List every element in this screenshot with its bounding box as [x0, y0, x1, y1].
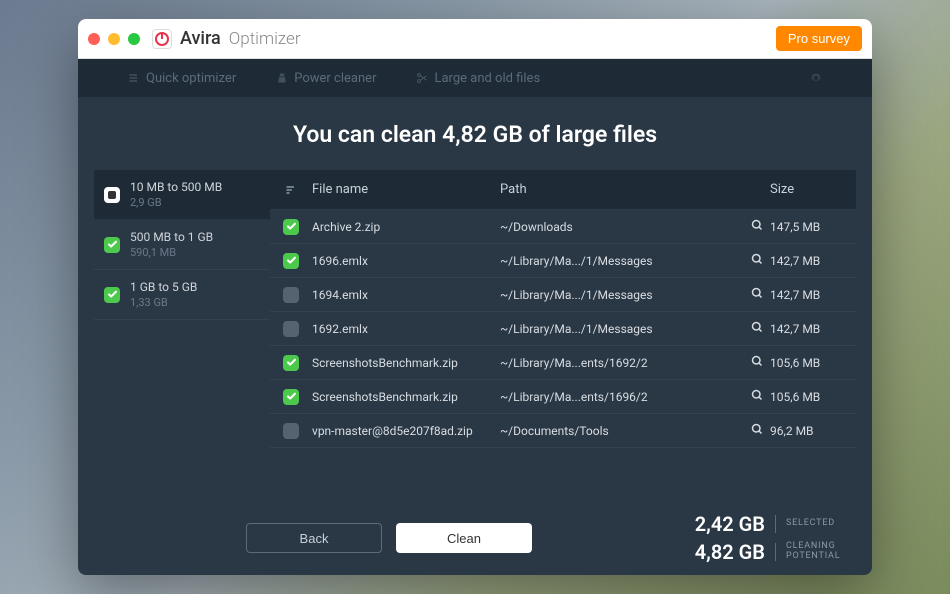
tab-settings[interactable] — [790, 59, 842, 97]
range-checkbox[interactable] — [104, 187, 120, 203]
file-name: ScreenshotsBenchmark.zip — [312, 356, 500, 370]
reveal-in-finder-icon[interactable] — [751, 321, 763, 336]
selected-size: 2,42 GB — [685, 512, 765, 536]
range-label: 1 GB to 5 GB — [130, 280, 197, 294]
brand-sub: Optimizer — [229, 29, 301, 49]
column-size[interactable]: Size — [770, 182, 856, 197]
table-body[interactable]: Archive 2.zip~/Downloads 147,5 MB 1696.eml… — [270, 210, 856, 501]
tab-quick-optimizer[interactable]: Quick optimizer — [108, 59, 256, 97]
reveal-in-finder-icon[interactable] — [751, 389, 763, 404]
file-checkbox[interactable] — [283, 253, 299, 269]
file-checkbox[interactable] — [283, 389, 299, 405]
range-size: 2,9 GB — [130, 196, 222, 209]
file-path: ~/Downloads — [500, 220, 744, 234]
range-checkbox[interactable] — [104, 287, 120, 303]
table-row[interactable]: 1696.emlx~/Library/Ma.../1/Messages 142,7… — [270, 244, 856, 278]
footer-stats: 2,42 GB SELECTED 4,82 GB CLEANING POTENT… — [685, 512, 844, 564]
tab-power-cleaner[interactable]: Power cleaner — [256, 59, 396, 97]
sidebar-range-item[interactable]: 10 MB to 500 MB 2,9 GB — [94, 170, 270, 220]
app-title: Avira Optimizer — [152, 28, 776, 49]
range-size: 1,33 GB — [130, 296, 197, 309]
file-size: 142,7 MB — [770, 322, 856, 336]
reveal-in-finder-icon[interactable] — [751, 287, 763, 302]
sort-button[interactable] — [270, 184, 312, 196]
minimize-button[interactable] — [108, 33, 120, 45]
file-size: 142,7 MB — [770, 254, 856, 268]
file-size: 147,5 MB — [770, 220, 856, 234]
file-checkbox[interactable] — [283, 219, 299, 235]
table-row[interactable]: 1694.emlx~/Library/Ma.../1/Messages 142,7… — [270, 278, 856, 312]
app-window: Avira Optimizer Pro survey Quick optimiz… — [78, 19, 872, 575]
list-icon — [128, 72, 140, 84]
tab-large-old-files[interactable]: Large and old files — [396, 59, 560, 97]
table-row[interactable]: vpn-master@8d5e207f8ad.zip~/Documents/To… — [270, 414, 856, 448]
reveal-in-finder-icon[interactable] — [751, 423, 763, 438]
column-name[interactable]: File name — [312, 182, 500, 197]
potential-label: CLEANING POTENTIAL — [786, 542, 844, 562]
potential-size: 4,82 GB — [685, 540, 765, 564]
file-checkbox[interactable] — [283, 321, 299, 337]
stat-potential: 4,82 GB CLEANING POTENTIAL — [685, 540, 844, 564]
brand-name: Avira — [180, 28, 221, 49]
table-header: File name Path Size — [270, 170, 856, 210]
file-path: ~/Library/Ma.../1/Messages — [500, 322, 744, 336]
tab-label: Large and old files — [434, 71, 540, 86]
stat-selected: 2,42 GB SELECTED — [685, 512, 844, 536]
avira-logo-icon — [152, 29, 172, 49]
file-path: ~/Library/Ma...ents/1692/2 — [500, 356, 744, 370]
brush-icon — [276, 72, 288, 84]
size-ranges-sidebar: 10 MB to 500 MB 2,9 GB 500 MB to 1 GB 590,1… — [94, 170, 270, 501]
sidebar-range-item[interactable]: 1 GB to 5 GB 1,33 GB — [94, 270, 270, 320]
range-checkbox[interactable] — [104, 237, 120, 253]
table-row[interactable]: ScreenshotsBenchmark.zip~/Library/Ma...e… — [270, 380, 856, 414]
file-checkbox[interactable] — [283, 355, 299, 371]
maximize-button[interactable] — [128, 33, 140, 45]
titlebar: Avira Optimizer Pro survey — [78, 19, 872, 59]
tabs: Quick optimizer Power cleaner Large and … — [78, 59, 872, 97]
footer: Back Clean 2,42 GB SELECTED 4,82 GB CLEA… — [78, 501, 872, 575]
file-checkbox[interactable] — [283, 423, 299, 439]
content: 10 MB to 500 MB 2,9 GB 500 MB to 1 GB 590,1… — [78, 170, 872, 501]
tab-label: Quick optimizer — [146, 71, 236, 86]
table-row[interactable]: Archive 2.zip~/Downloads 147,5 MB — [270, 210, 856, 244]
selected-label: SELECTED — [786, 519, 844, 529]
file-path: ~/Library/Ma.../1/Messages — [500, 288, 744, 302]
file-name: vpn-master@8d5e207f8ad.zip — [312, 424, 500, 438]
file-size: 105,6 MB — [770, 356, 856, 370]
file-name: 1692.emlx — [312, 322, 500, 336]
column-path[interactable]: Path — [500, 182, 744, 197]
sort-icon — [285, 184, 297, 196]
reveal-in-finder-icon[interactable] — [751, 355, 763, 370]
file-name: 1694.emlx — [312, 288, 500, 302]
range-label: 10 MB to 500 MB — [130, 180, 222, 194]
file-size: 96,2 MB — [770, 424, 856, 438]
file-path: ~/Library/Ma.../1/Messages — [500, 254, 744, 268]
file-size: 105,6 MB — [770, 390, 856, 404]
file-checkbox[interactable] — [283, 287, 299, 303]
file-name: Archive 2.zip — [312, 220, 500, 234]
file-name: ScreenshotsBenchmark.zip — [312, 390, 500, 404]
file-path: ~/Library/Ma...ents/1696/2 — [500, 390, 744, 404]
scissors-icon — [416, 72, 428, 84]
clean-button[interactable]: Clean — [396, 523, 532, 553]
headline: You can clean 4,82 GB of large files — [78, 97, 872, 170]
gear-icon — [810, 72, 822, 84]
window-controls — [88, 33, 140, 45]
file-table: File name Path Size Archive 2.zip~/Downl… — [270, 170, 856, 501]
back-button[interactable]: Back — [246, 523, 382, 553]
file-name: 1696.emlx — [312, 254, 500, 268]
close-button[interactable] — [88, 33, 100, 45]
sidebar-range-item[interactable]: 500 MB to 1 GB 590,1 MB — [94, 220, 270, 270]
reveal-in-finder-icon[interactable] — [751, 253, 763, 268]
file-path: ~/Documents/Tools — [500, 424, 744, 438]
range-label: 500 MB to 1 GB — [130, 230, 213, 244]
tab-label: Power cleaner — [294, 71, 376, 86]
table-row[interactable]: 1692.emlx~/Library/Ma.../1/Messages 142,7… — [270, 312, 856, 346]
file-size: 142,7 MB — [770, 288, 856, 302]
table-row[interactable]: ScreenshotsBenchmark.zip~/Library/Ma...e… — [270, 346, 856, 380]
pro-survey-button[interactable]: Pro survey — [776, 26, 862, 51]
range-size: 590,1 MB — [130, 246, 213, 259]
reveal-in-finder-icon[interactable] — [751, 219, 763, 234]
